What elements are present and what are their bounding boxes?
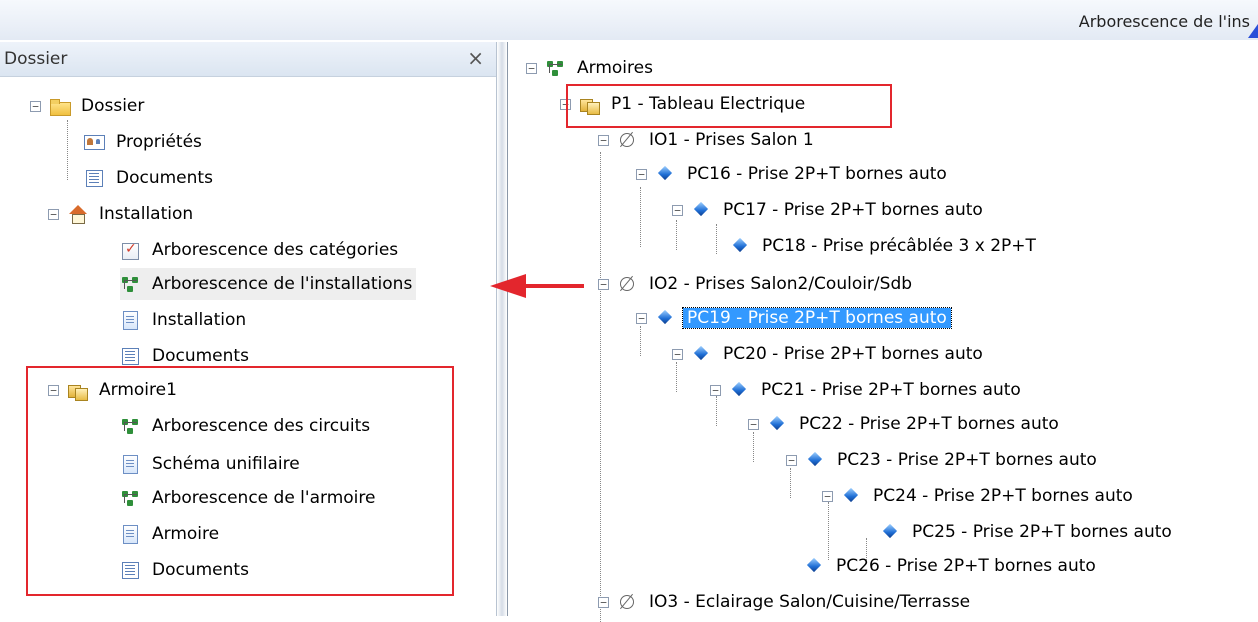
tree-node-dossier[interactable]: − Dossier	[30, 90, 148, 122]
tree-node-label: PC25 - Prise 2P+T bornes auto	[912, 522, 1172, 542]
tree-node-label: PC26 - Prise 2P+T bornes auto	[836, 556, 1096, 576]
empty-set-icon	[617, 130, 637, 150]
diamond-icon	[655, 164, 675, 184]
collapse-toggle[interactable]: −	[710, 384, 721, 396]
tree-node-label: Installation	[99, 204, 194, 224]
tree-node-io1[interactable]: − IO1 - Prises Salon 1	[598, 124, 818, 156]
tree-node-label: Installation	[152, 310, 247, 330]
tree-node-io2[interactable]: − IO2 - Prises Salon2/Couloir/Sdb	[598, 268, 916, 300]
properties-icon	[84, 132, 105, 152]
house-icon	[67, 204, 87, 224]
tree-line	[600, 152, 601, 622]
tree-node-label: Armoires	[577, 58, 653, 78]
tree-node-documents[interactable]: Documents	[84, 162, 217, 194]
panel-title: Dossier	[4, 49, 68, 69]
panel-splitter[interactable]	[496, 42, 507, 616]
diamond-icon	[655, 308, 675, 328]
arrow-left-icon	[490, 274, 526, 298]
window-title-bar: Arborescence de l'ins	[0, 0, 1258, 40]
tree-node-pc18[interactable]: PC18 - Prise précâblée 3 x 2P+T	[730, 230, 1040, 262]
tree-node-label: PC21 - Prise 2P+T bornes auto	[761, 380, 1021, 400]
tree-node-label: PC24 - Prise 2P+T bornes auto	[873, 486, 1133, 506]
close-icon[interactable]: ×	[467, 46, 484, 70]
corner-marker	[1248, 24, 1258, 38]
installation-tree-panel: − Armoires − P1 - Tableau Electrique − I…	[507, 42, 1258, 622]
tree-line	[716, 224, 717, 254]
collapse-toggle[interactable]: −	[636, 312, 647, 324]
tree-node-pc25[interactable]: PC25 - Prise 2P+T bornes auto	[880, 516, 1176, 548]
tree-node-pc22[interactable]: − PC22 - Prise 2P+T bornes auto	[748, 408, 1063, 440]
collapse-toggle[interactable]: −	[30, 100, 41, 112]
diamond-icon	[804, 556, 824, 576]
tree-node-installation-doc[interactable]: Installation	[120, 304, 250, 336]
diamond-icon	[691, 200, 711, 220]
tree-node-arborescence-installations[interactable]: Arborescence de l'installations	[120, 268, 417, 300]
hierarchy-icon	[545, 58, 565, 78]
tree-line	[67, 120, 68, 180]
dossier-panel: Dossier × − Dossier Propriétés Documents…	[0, 42, 496, 616]
tree-node-label: Propriétés	[116, 132, 202, 152]
tree-node-label: PC20 - Prise 2P+T bornes auto	[723, 344, 983, 364]
annotation-arrow-shaft	[524, 284, 584, 288]
tree-node-pc17[interactable]: − PC17 - Prise 2P+T bornes auto	[672, 194, 987, 226]
tree-node-label: PC22 - Prise 2P+T bornes auto	[799, 414, 1059, 434]
tree-node-installation[interactable]: − Installation	[48, 198, 197, 230]
tree-node-label: PC16 - Prise 2P+T bornes auto	[687, 164, 947, 184]
diamond-icon	[805, 450, 825, 470]
documents-icon	[84, 168, 104, 188]
collapse-toggle[interactable]: −	[822, 490, 833, 502]
folder-icon	[49, 96, 71, 116]
empty-set-icon	[617, 274, 637, 294]
tree-node-label: IO1 - Prises Salon 1	[649, 130, 814, 150]
highlight-box-p1	[566, 84, 892, 128]
tree-node-label: Arborescence de l'installations	[152, 274, 413, 294]
collapse-toggle[interactable]: −	[748, 418, 759, 430]
diamond-icon	[730, 236, 750, 256]
tree-node-io3[interactable]: − IO3 - Eclairage Salon/Cuisine/Terrasse	[598, 586, 974, 618]
window-title: Arborescence de l'ins	[1078, 12, 1250, 31]
collapse-toggle[interactable]: −	[526, 62, 537, 74]
tree-node-pc19[interactable]: − PC19 - Prise 2P+T bornes auto	[636, 302, 952, 334]
documents-icon	[120, 346, 140, 366]
tree-node-label: IO2 - Prises Salon2/Couloir/Sdb	[649, 274, 913, 294]
collapse-toggle[interactable]: −	[48, 208, 59, 220]
diamond-icon	[729, 380, 749, 400]
tree-node-armoires[interactable]: − Armoires	[526, 52, 657, 84]
diamond-icon	[691, 344, 711, 364]
checklist-icon	[120, 240, 140, 260]
tree-node-pc20[interactable]: − PC20 - Prise 2P+T bornes auto	[672, 338, 987, 370]
collapse-toggle[interactable]: −	[672, 348, 683, 360]
collapse-toggle[interactable]: −	[598, 278, 609, 290]
tree-node-label: PC17 - Prise 2P+T bornes auto	[723, 200, 983, 220]
tree-node-label: Documents	[152, 346, 249, 366]
hierarchy-icon	[120, 274, 140, 294]
diamond-icon	[767, 414, 787, 434]
collapse-toggle[interactable]: −	[598, 596, 609, 608]
tree-node-label: PC19 - Prise 2P+T bornes auto	[682, 307, 952, 329]
document-icon	[120, 310, 140, 330]
tree-node-pc16[interactable]: − PC16 - Prise 2P+T bornes auto	[636, 158, 951, 190]
tree-node-label: PC23 - Prise 2P+T bornes auto	[837, 450, 1097, 470]
tree-node-pc26[interactable]: PC26 - Prise 2P+T bornes auto	[804, 550, 1100, 582]
diamond-icon	[880, 522, 900, 542]
diamond-icon	[841, 486, 861, 506]
tree-node-pc21[interactable]: − PC21 - Prise 2P+T bornes auto	[710, 374, 1025, 406]
collapse-toggle[interactable]: −	[672, 204, 683, 216]
panel-header: Dossier ×	[0, 42, 496, 77]
tree-node-label: PC18 - Prise précâblée 3 x 2P+T	[762, 236, 1036, 256]
empty-set-icon	[617, 592, 637, 612]
tree-node-pc24[interactable]: − PC24 - Prise 2P+T bornes auto	[822, 480, 1137, 512]
highlight-box-armoire1	[26, 366, 454, 596]
collapse-toggle[interactable]: −	[786, 454, 797, 466]
tree-node-label: Arborescence des catégories	[152, 240, 399, 260]
tree-node-label: Dossier	[81, 96, 145, 116]
tree-node-arborescence-categories[interactable]: Arborescence des catégories	[120, 234, 402, 266]
tree-line	[640, 187, 641, 247]
tree-node-proprietes[interactable]: Propriétés	[84, 126, 206, 158]
tree-node-label: Documents	[116, 168, 213, 188]
collapse-toggle[interactable]: −	[636, 168, 647, 180]
tree-node-pc23[interactable]: − PC23 - Prise 2P+T bornes auto	[786, 444, 1101, 476]
collapse-toggle[interactable]: −	[598, 134, 609, 146]
tree-node-label: IO3 - Eclairage Salon/Cuisine/Terrasse	[649, 592, 971, 612]
